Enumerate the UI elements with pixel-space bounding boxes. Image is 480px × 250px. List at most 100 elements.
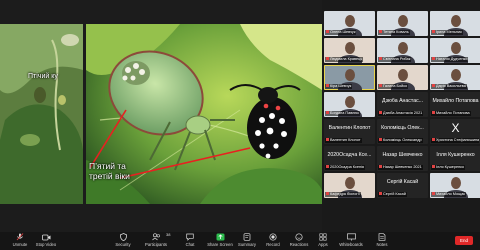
mic-muted-icon bbox=[326, 165, 329, 168]
slide-caption-small: Птічий ку bbox=[28, 73, 58, 80]
whiteboards-label: Whiteboards bbox=[339, 242, 363, 247]
participant-display-name: 2020Осадча Ксе... bbox=[327, 152, 372, 158]
participant-name: Людмила Кравець bbox=[330, 57, 363, 61]
participant-name: Дзюба Анастасія 2021 bbox=[383, 111, 423, 115]
participant-name-tag: Тетяна Коваль bbox=[378, 30, 410, 35]
participant-name-tag: Михайло Мощак bbox=[431, 192, 467, 197]
participant-face bbox=[344, 69, 355, 81]
participant-tile[interactable]: Михайло Мощак bbox=[430, 173, 480, 198]
participant-tile[interactable]: 2020Осадча Ксе... 2020Осадча Ксенія bbox=[324, 146, 375, 171]
mic-muted-icon bbox=[432, 30, 435, 33]
participant-tile[interactable]: Ірина Мельник bbox=[430, 11, 480, 36]
participant-name-tag: Валентин Клопот bbox=[325, 138, 362, 143]
mic-muted-icon bbox=[432, 57, 435, 60]
participants-label: Participants bbox=[145, 242, 167, 247]
mic-muted-icon bbox=[326, 111, 329, 114]
participant-face bbox=[397, 69, 408, 81]
participant-tile[interactable]: Валентин Клопот Валентин Клопот bbox=[324, 119, 375, 144]
participant-display-name: Назар Шевченко bbox=[382, 152, 423, 158]
participant-tile[interactable]: Ілля Кушеренко Ілля Кушеренко bbox=[430, 146, 480, 171]
participant-tile[interactable]: Коломієць Олек... Коломієць Олександр bbox=[377, 119, 428, 144]
participant-name-tag: Ірина Мельник bbox=[431, 30, 463, 35]
participant-tile[interactable]: Кафедра біології bbox=[324, 173, 375, 198]
participant-name: Тетяна Коваль bbox=[383, 30, 409, 34]
participant-face bbox=[397, 42, 408, 54]
participant-tile[interactable]: Кіра Шевчук bbox=[324, 65, 375, 90]
participant-face bbox=[397, 15, 408, 27]
participant-tile[interactable]: Галина Бойко bbox=[377, 65, 428, 90]
participant-display-name: Дзюба Анастас... bbox=[381, 98, 424, 104]
chat-label: Chat bbox=[185, 242, 195, 247]
participant-face bbox=[450, 42, 461, 54]
participant-name: Кіра Шевчук bbox=[330, 84, 352, 88]
participant-face bbox=[344, 96, 355, 108]
shared-screen: Птічий ку П’ятий та третій віки bbox=[0, 0, 322, 232]
participant-tile[interactable]: X Христина Стефанишина bbox=[430, 119, 480, 144]
participant-name-tag: Ілля Кушеренко bbox=[431, 165, 466, 170]
share-screen-icon bbox=[216, 233, 225, 241]
participant-name: Валентин Клопот bbox=[330, 138, 361, 142]
participant-tile[interactable]: Людмила Кравець bbox=[324, 38, 375, 63]
participant-name-tag: Кафедра біології bbox=[325, 192, 361, 197]
unmute-label: Unmute bbox=[12, 242, 28, 247]
participant-name: Сергій Касай bbox=[383, 192, 406, 196]
mic-muted-icon bbox=[379, 192, 382, 195]
participant-display-name: Валентин Клопот bbox=[328, 125, 371, 131]
mic-muted-icon bbox=[379, 165, 382, 168]
participant-tile[interactable]: Богдана Павлюк bbox=[324, 92, 375, 117]
participant-name-tag: Наталія Дудченко bbox=[431, 57, 469, 62]
mic-muted-icon bbox=[379, 30, 382, 33]
mic-muted-icon bbox=[432, 84, 435, 87]
security-button[interactable]: Security bbox=[105, 233, 141, 249]
participant-name-tag: Людмила Кравець bbox=[325, 57, 364, 62]
participant-name-tag: Олена Шевчук bbox=[325, 30, 357, 35]
participant-face bbox=[450, 69, 461, 81]
participant-name: Світлана Рибак bbox=[383, 57, 411, 61]
participant-name: Назар Шевченко 2021 bbox=[383, 165, 422, 169]
microphone-muted-icon bbox=[16, 233, 25, 241]
stop-video-button[interactable]: Stop Video bbox=[28, 233, 64, 249]
participant-name: Дарія Васильева bbox=[436, 84, 466, 88]
apps-label: Apps bbox=[318, 242, 328, 247]
participant-name: 2020Осадча Ксенія bbox=[330, 165, 364, 169]
whiteboard-icon bbox=[346, 233, 356, 241]
participant-face bbox=[344, 42, 355, 54]
slide-photo bbox=[0, 0, 322, 232]
apps-grid-icon bbox=[319, 233, 328, 241]
slide-caption-line1: П’ятий та bbox=[89, 161, 126, 171]
mic-muted-icon bbox=[326, 57, 329, 60]
participant-tile[interactable]: Світлана Рибак bbox=[377, 38, 428, 63]
participant-tile[interactable]: Михайло Потаповa Михайло Потапова bbox=[430, 92, 480, 117]
participant-tile[interactable]: Дарія Васильева bbox=[430, 65, 480, 90]
mic-muted-icon bbox=[379, 84, 382, 87]
participant-name-tag: Галина Бойко bbox=[378, 84, 409, 89]
participant-tile[interactable]: Тетяна Коваль bbox=[377, 11, 428, 36]
notes-icon bbox=[378, 233, 387, 241]
participant-name-tag: Коломієць Олександр bbox=[378, 138, 423, 143]
participant-display-name: Ілля Кушеренко bbox=[436, 152, 475, 158]
participant-name-tag: Назар Шевченко 2021 bbox=[378, 165, 423, 170]
stop-video-label: Stop Video bbox=[35, 242, 57, 247]
participant-tile[interactable]: Олена Шевчук bbox=[324, 11, 375, 36]
mic-muted-icon bbox=[326, 138, 329, 141]
participant-name-tag: Михайло Потапова bbox=[431, 111, 471, 116]
summary-label: Summary bbox=[238, 242, 256, 247]
participant-face bbox=[344, 177, 355, 189]
participant-name-tag: Світлана Рибак bbox=[378, 57, 412, 62]
participant-name: Ірина Мельник bbox=[436, 30, 462, 34]
mic-muted-icon bbox=[326, 84, 329, 87]
participant-gallery: Олена Шевчук Тетяна Коваль Ірина Мельник Лю… bbox=[324, 11, 480, 230]
participant-initial: X bbox=[451, 121, 460, 135]
participant-name: Коломієць Олександр bbox=[383, 138, 422, 142]
participant-tile[interactable]: Дзюба Анастас... Дзюба Анастасія 2021 bbox=[377, 92, 428, 117]
slide-caption: П’ятий та третій віки bbox=[89, 161, 159, 181]
notes-button[interactable]: Notes bbox=[364, 233, 400, 249]
participant-name: Михайло Потапова bbox=[436, 111, 470, 115]
participant-tile[interactable]: Наталія Дудченко bbox=[430, 38, 480, 63]
participant-name-tag: Кіра Шевчук bbox=[325, 84, 353, 89]
camera-icon bbox=[41, 233, 51, 241]
end-meeting-button[interactable]: End bbox=[455, 236, 473, 245]
participant-tile[interactable]: Сергій Касай Сергій Касай bbox=[377, 173, 428, 198]
mic-muted-icon bbox=[326, 192, 329, 195]
participant-tile[interactable]: Назар Шевченко Назар Шевченко 2021 bbox=[377, 146, 428, 171]
